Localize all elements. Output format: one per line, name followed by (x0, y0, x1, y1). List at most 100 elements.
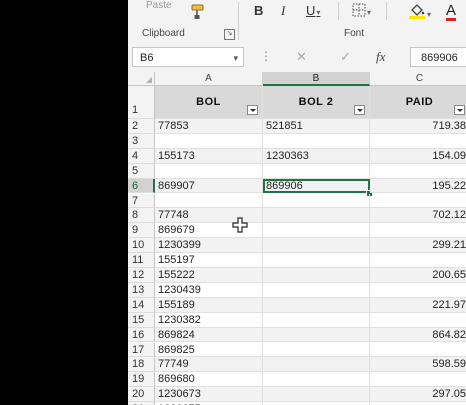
row-header[interactable]: 14 (128, 297, 155, 313)
cell-b2[interactable]: 521851 (263, 119, 370, 134)
cell-b5[interactable] (263, 163, 370, 179)
cell-a17[interactable]: 869825 (155, 342, 263, 358)
cell-a20[interactable]: 1230673 (155, 387, 263, 403)
fill-color-button[interactable]: ▾ (408, 2, 431, 20)
cell-c15[interactable] (370, 313, 466, 328)
row-header[interactable]: 11 (128, 253, 155, 268)
select-all-corner[interactable] (128, 72, 155, 86)
cell-c2[interactable]: 719.38 (370, 119, 466, 134)
chevron-down-icon[interactable]: ▾ (233, 48, 238, 68)
row-header[interactable]: 3 (128, 133, 155, 149)
cell-c16[interactable]: 864.82 (370, 327, 466, 343)
row-header[interactable]: 17 (128, 342, 155, 358)
cell-b12[interactable] (263, 268, 370, 283)
cell-c10[interactable]: 299.21 (370, 238, 466, 254)
cell-c14[interactable]: 221.97 (370, 297, 466, 313)
insert-function-icon[interactable]: fx (376, 49, 385, 65)
cell-c12[interactable]: 200.65 (370, 268, 466, 283)
cell-a11[interactable]: 155197 (155, 253, 263, 268)
filter-dropdown-icon[interactable] (247, 105, 258, 115)
column-header-b[interactable]: B (263, 72, 370, 86)
header-cell-bol[interactable]: BOL (155, 86, 263, 119)
cell-b11[interactable] (263, 253, 370, 268)
cell-b3[interactable] (263, 133, 370, 149)
name-box[interactable]: B6 ▾ (132, 47, 244, 67)
cell-a15[interactable]: 1230382 (155, 312, 263, 328)
active-cell[interactable]: 869906 (263, 178, 370, 194)
row-header[interactable]: 13 (128, 282, 155, 298)
enter-check-icon[interactable]: ✓ (340, 49, 351, 65)
row-header[interactable]: 8 (128, 208, 155, 224)
cell-c11[interactable] (370, 253, 466, 268)
row-header[interactable]: 20 (128, 387, 155, 403)
borders-button[interactable]: ▾ (352, 2, 371, 20)
filter-dropdown-icon[interactable] (454, 105, 465, 115)
italic-button[interactable]: I (281, 2, 285, 20)
row-header[interactable]: 18 (128, 357, 155, 373)
column-header-a[interactable]: A (155, 72, 263, 86)
paste-button[interactable]: Paste (146, 0, 172, 11)
formula-input[interactable]: 869906 (410, 47, 466, 67)
row-header[interactable]: 1 (128, 86, 155, 119)
drag-handle-icon[interactable]: ⋮ (260, 49, 272, 63)
cell-b17[interactable] (263, 342, 370, 358)
row-header[interactable]: 4 (128, 148, 155, 164)
cell-b7[interactable] (263, 193, 370, 209)
row-header[interactable]: 5 (128, 163, 155, 179)
cell-c20[interactable]: 297.05 (370, 387, 466, 403)
cell-c19[interactable] (370, 372, 466, 388)
cell-c18[interactable]: 598.59 (370, 357, 466, 373)
row-header[interactable]: 16 (128, 327, 155, 343)
cell-a6[interactable]: 869907 (155, 178, 263, 194)
cell-a19[interactable]: 869680 (155, 372, 263, 388)
cell-b15[interactable] (263, 312, 370, 328)
cell-c3[interactable] (370, 134, 466, 149)
cell-a7[interactable] (155, 193, 263, 209)
cancel-icon[interactable]: ✕ (296, 49, 307, 65)
column-header-c[interactable]: C (370, 72, 466, 86)
cell-a16[interactable]: 869824 (155, 327, 263, 343)
cell-a3[interactable] (155, 133, 263, 149)
cell-c6[interactable]: 195.22 (370, 178, 466, 194)
row-header[interactable]: 19 (128, 372, 155, 388)
cell-a10[interactable]: 1230399 (155, 238, 263, 254)
font-color-button[interactable]: A (446, 2, 457, 21)
row-header[interactable]: 12 (128, 268, 155, 283)
cell-b16[interactable] (263, 327, 370, 343)
cell-c17[interactable] (370, 343, 466, 358)
filter-dropdown-icon[interactable] (354, 105, 365, 115)
cell-a4[interactable]: 155173 (155, 148, 263, 164)
cell-a18[interactable]: 77749 (155, 357, 263, 373)
header-cell-bol-2[interactable]: BOL 2 (263, 86, 370, 119)
cell-c8[interactable]: 702.12 (370, 208, 466, 224)
cell-b13[interactable] (263, 282, 370, 298)
cell-a13[interactable]: 1230439 (155, 282, 263, 298)
underline-button[interactable]: U▾ (306, 2, 320, 20)
cell-c13[interactable] (370, 283, 466, 298)
cell-c7[interactable] (370, 194, 466, 209)
clipboard-launcher-icon[interactable]: ↘ (224, 29, 235, 40)
cell-b18[interactable] (263, 357, 370, 373)
row-header[interactable]: 10 (128, 238, 155, 254)
row-header[interactable]: 9 (128, 223, 155, 239)
row-header[interactable]: 15 (128, 312, 155, 328)
cell-c4[interactable]: 154.09 (370, 148, 466, 164)
cell-c5[interactable] (370, 164, 466, 179)
row-header[interactable]: 6 (128, 178, 155, 194)
cell-b4[interactable]: 1230363 (263, 148, 370, 164)
cell-b10[interactable] (263, 238, 370, 254)
row-header[interactable]: 2 (128, 119, 155, 134)
header-cell-paid[interactable]: PAID (370, 86, 466, 119)
cell-b14[interactable] (263, 297, 370, 313)
cell-b8[interactable] (263, 208, 370, 224)
cell-a12[interactable]: 155222 (155, 268, 263, 283)
bold-button[interactable]: B (254, 2, 263, 20)
row-header[interactable]: 7 (128, 193, 155, 209)
cell-a2[interactable]: 77853 (155, 119, 263, 134)
cell-c9[interactable] (370, 223, 466, 239)
cell-a14[interactable]: 155189 (155, 297, 263, 313)
cell-a5[interactable] (155, 163, 263, 179)
format-painter-icon[interactable] (188, 4, 206, 20)
cell-b20[interactable] (263, 387, 370, 403)
cell-b19[interactable] (263, 372, 370, 388)
